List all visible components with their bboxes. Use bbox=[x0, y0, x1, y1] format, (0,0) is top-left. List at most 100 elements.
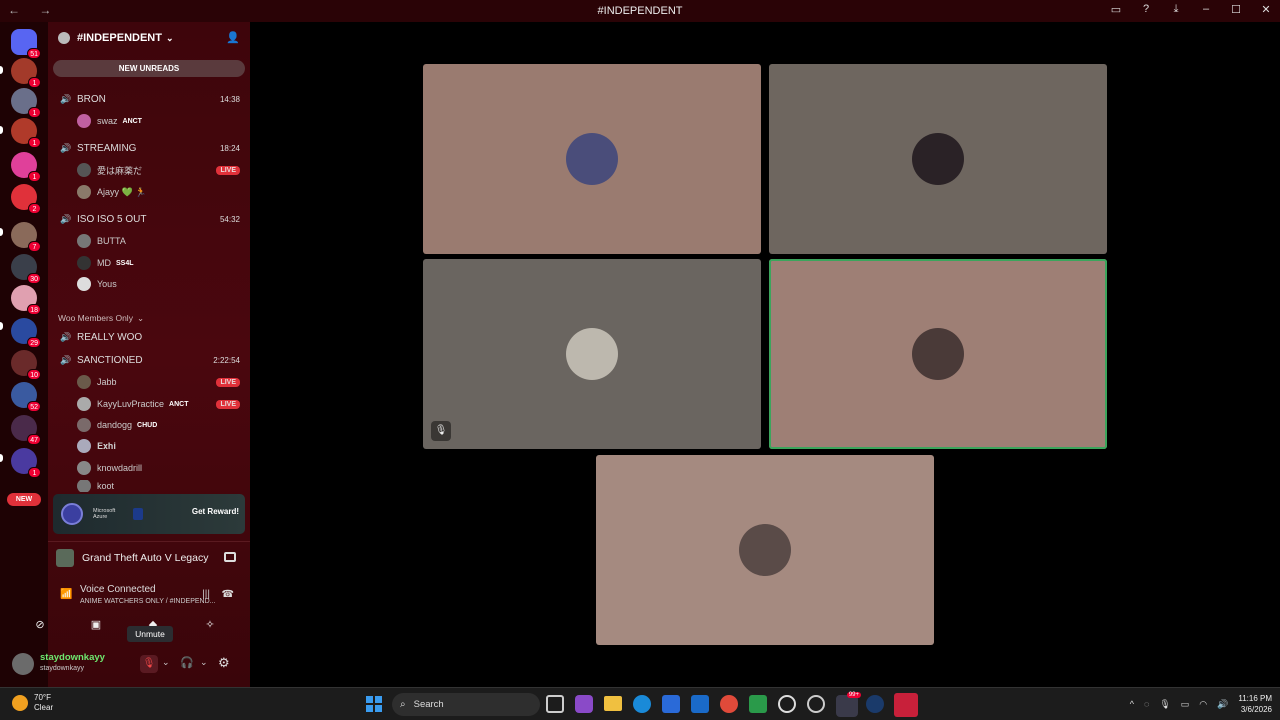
add-member-icon[interactable]: 👤 bbox=[226, 31, 240, 44]
avatar bbox=[77, 461, 91, 475]
voice-user[interactable]: 𝐄𝐱𝐡𝐢 bbox=[48, 437, 250, 455]
voice-channel[interactable]: 🔊 STREAMING 18:24 bbox=[48, 139, 250, 157]
network-icon[interactable]: ◌ bbox=[1144, 699, 1149, 709]
avatar[interactable] bbox=[12, 653, 34, 675]
chevron-down-icon[interactable]: ⌄ bbox=[200, 657, 208, 668]
edge-icon[interactable] bbox=[633, 695, 651, 713]
taskbar-search[interactable]: ⌕ Search bbox=[392, 693, 540, 716]
voice-user[interactable]: KayyLuvPractice ANCT LIVE bbox=[48, 395, 250, 413]
mic-icon[interactable]: 🎙 bbox=[1159, 699, 1170, 710]
voice-user[interactable]: MD SS4L bbox=[48, 254, 250, 272]
voice-channel[interactable]: 🔊 SANCTIONED 2:22:54 bbox=[48, 351, 250, 369]
chevron-down-icon[interactable]: ⌄ bbox=[162, 657, 170, 668]
dm-home-button[interactable]: 51 bbox=[11, 29, 41, 59]
avatar bbox=[77, 185, 91, 199]
voice-user[interactable]: Yous bbox=[48, 275, 250, 293]
guild-icon[interactable]: 29 bbox=[11, 318, 41, 348]
get-reward-button[interactable]: Get Reward! bbox=[192, 507, 239, 516]
signal-icon[interactable]: 📶 bbox=[60, 589, 72, 600]
guild-icon[interactable]: 2 bbox=[11, 184, 41, 214]
guild-icon[interactable]: 10 bbox=[11, 350, 41, 380]
guild-icon[interactable]: 1 bbox=[11, 88, 41, 118]
participant-tile[interactable] bbox=[769, 259, 1107, 449]
display-icon[interactable]: ▭ bbox=[1181, 699, 1190, 710]
chevron-up-icon[interactable]: ^ bbox=[1130, 699, 1134, 709]
discord-taskbar-icon[interactable]: 99+ bbox=[836, 692, 861, 717]
voice-user[interactable]: Jabb LIVE bbox=[48, 373, 250, 391]
app-icon[interactable] bbox=[778, 695, 796, 713]
guild-icon[interactable]: 1 bbox=[11, 58, 41, 88]
volume-icon[interactable]: 🔊 bbox=[1217, 699, 1228, 710]
windows-start-icon[interactable] bbox=[366, 696, 382, 712]
avatar bbox=[77, 256, 91, 270]
maximize-icon[interactable]: ☐ bbox=[1228, 3, 1244, 16]
minimize-icon[interactable]: – bbox=[1198, 3, 1214, 16]
new-unreads-bar[interactable]: NEW UNREADS bbox=[53, 60, 245, 77]
avatar bbox=[77, 234, 91, 248]
server-header[interactable]: #INDEPENDENT ⌄ 👤 bbox=[48, 22, 250, 54]
task-view-icon[interactable] bbox=[546, 695, 564, 713]
spreadsheet-icon[interactable] bbox=[749, 695, 767, 713]
voice-channel[interactable]: 🔊 BRON 14:38 bbox=[48, 90, 250, 108]
live-badge: LIVE bbox=[216, 377, 240, 387]
outlook-icon[interactable] bbox=[691, 695, 709, 713]
display-name[interactable]: staydownkayy bbox=[40, 652, 105, 663]
guild-icon[interactable]: 18 bbox=[11, 285, 41, 315]
participant-tile[interactable] bbox=[596, 455, 934, 645]
screen-share-icon[interactable]: ▭ bbox=[1108, 3, 1124, 16]
guild-icon[interactable]: 1 bbox=[11, 448, 41, 478]
guild-icon[interactable]: 52 bbox=[11, 382, 41, 412]
guild-icon[interactable]: 1 bbox=[11, 152, 41, 182]
guild-icon[interactable]: 7 bbox=[11, 222, 41, 252]
screen-share-icon[interactable]: ▣ bbox=[86, 615, 106, 635]
close-icon[interactable]: ✕ bbox=[1258, 3, 1274, 16]
weather-widget[interactable]: 70°F Clear bbox=[12, 693, 53, 713]
app-icon[interactable] bbox=[807, 695, 825, 713]
participant-tile[interactable]: 🎙 bbox=[423, 259, 761, 449]
voice-user[interactable]: BUTTA bbox=[48, 232, 250, 250]
weather-desc: Clear bbox=[34, 703, 54, 712]
noise-suppression-icon[interactable]: ||| bbox=[202, 589, 210, 600]
speaker-icon: 🔊 bbox=[60, 355, 72, 365]
disconnect-icon[interactable]: ☎ bbox=[222, 589, 234, 600]
store-icon[interactable] bbox=[662, 695, 680, 713]
voice-stage: 🎙 bbox=[250, 22, 1280, 687]
voice-user[interactable]: swaz ANCT bbox=[48, 112, 250, 130]
new-unreads-pill[interactable]: NEW bbox=[7, 493, 41, 506]
voice-channel[interactable]: 🔊 ISO ISO 5 OUT 54:32 bbox=[48, 210, 250, 228]
participant-tile[interactable] bbox=[769, 64, 1107, 254]
participant-tile[interactable] bbox=[423, 64, 761, 254]
download-icon[interactable]: ⤓ bbox=[1168, 3, 1184, 16]
active-app-icon[interactable] bbox=[894, 693, 918, 717]
file-explorer-icon[interactable] bbox=[604, 696, 622, 711]
voice-status[interactable]: Voice Connected bbox=[80, 584, 156, 595]
system-tray: ^ ◌ 🎙 ▭ ◠ 🔊 11:16 PM 3/6/2026 bbox=[1130, 693, 1272, 715]
voice-channel[interactable]: 🔊 REALLY WOO bbox=[48, 328, 250, 346]
guild-icon[interactable]: 47 bbox=[11, 415, 41, 445]
voice-channel-path[interactable]: ANIME WATCHERS ONLY / #INDEPEND... bbox=[80, 598, 216, 605]
headphones-icon[interactable]: 🎧 bbox=[180, 656, 194, 669]
voice-user[interactable]: knowdadrill bbox=[48, 459, 250, 477]
camera-off-icon[interactable]: ⊘ bbox=[30, 615, 50, 635]
steam-icon[interactable] bbox=[866, 695, 884, 713]
username: staydownkayy bbox=[40, 665, 84, 672]
guild-icon[interactable]: 1 bbox=[11, 118, 41, 148]
help-icon[interactable]: ? bbox=[1138, 3, 1154, 16]
voice-user[interactable]: Ajayy 💚 🏃 bbox=[48, 183, 250, 201]
user-panel: staydownkayy staydownkayy 🎙 ⌄ 🎧 ⌄ ⚙ bbox=[0, 647, 250, 681]
clock[interactable]: 11:16 PM 3/6/2026 bbox=[1238, 693, 1272, 715]
promo-banner: Microsoft Azure Get Reward! bbox=[53, 494, 245, 534]
mic-muted-icon[interactable]: 🎙 bbox=[140, 655, 158, 673]
voice-user[interactable]: 愛は麻薬だ LIVE bbox=[48, 161, 250, 179]
chrome-icon[interactable] bbox=[720, 695, 738, 713]
soundboard-icon[interactable]: ✧ bbox=[200, 615, 220, 635]
copilot-icon[interactable] bbox=[575, 695, 593, 713]
game-title: Grand Theft Auto V Legacy bbox=[82, 551, 209, 564]
guild-icon[interactable]: 30 bbox=[11, 254, 41, 284]
stream-game-icon[interactable] bbox=[224, 552, 236, 562]
voice-user[interactable]: dandogg CHUD bbox=[48, 416, 250, 434]
settings-gear-icon[interactable]: ⚙ bbox=[218, 655, 230, 671]
wifi-icon[interactable]: ◠ bbox=[1199, 699, 1207, 710]
voice-user[interactable]: koot bbox=[48, 480, 250, 492]
category-header[interactable]: Woo Members Only ⌄ bbox=[48, 309, 250, 327]
